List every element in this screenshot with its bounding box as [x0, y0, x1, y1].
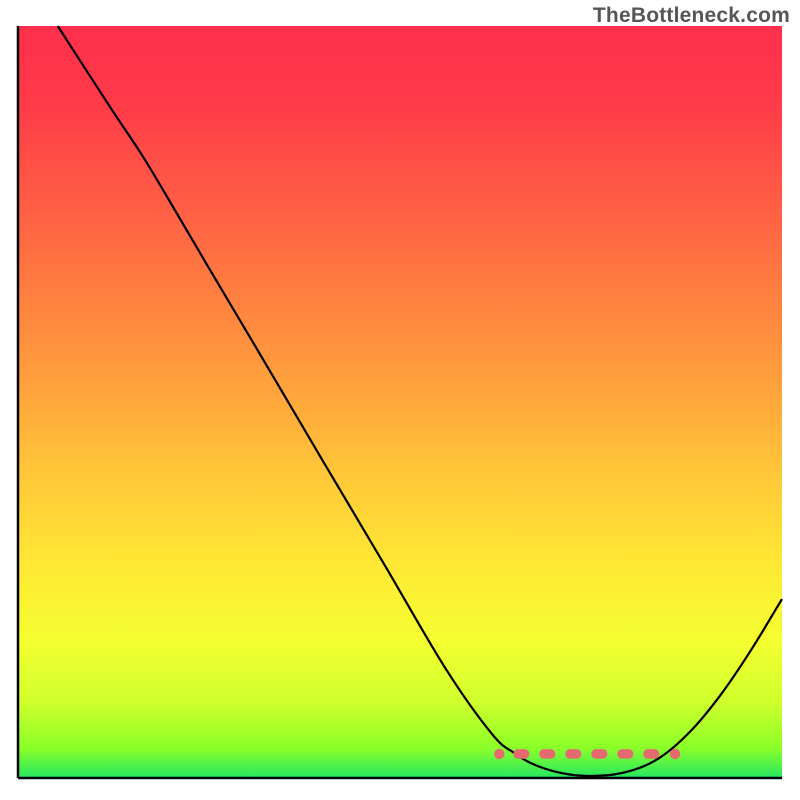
plot-svg: [0, 0, 800, 800]
attribution-label: TheBottleneck.com: [593, 4, 790, 28]
bottleneck-chart: TheBottleneck.com: [0, 0, 800, 800]
